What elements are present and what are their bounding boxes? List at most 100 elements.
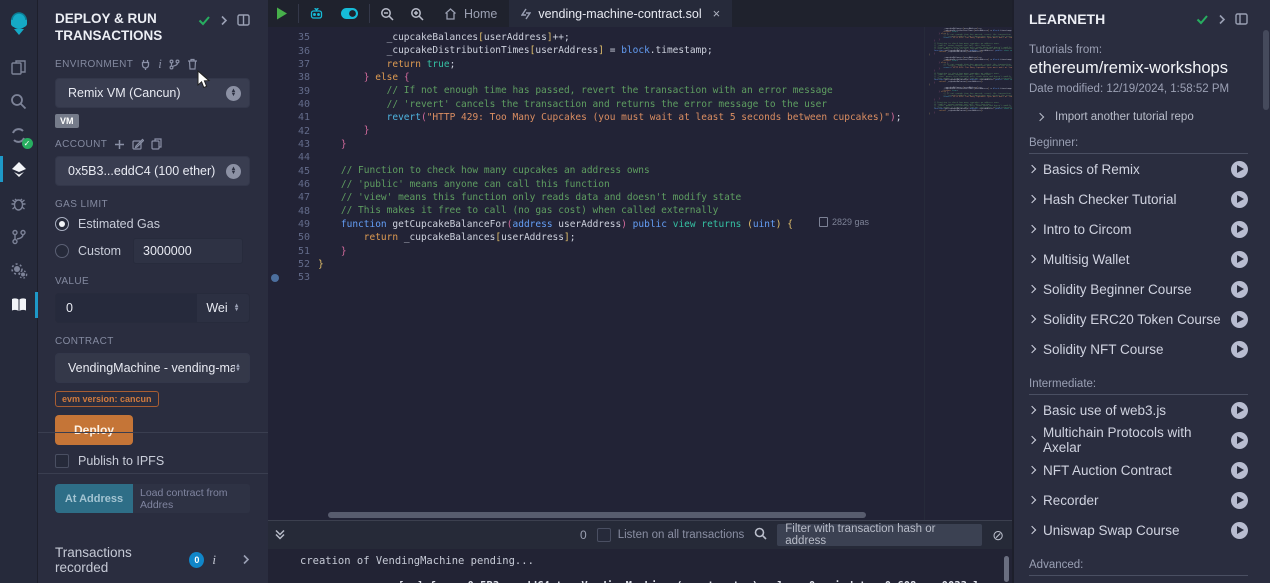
- learneth-scrollbar[interactable]: [1262, 0, 1270, 583]
- line-number: 50: [282, 232, 310, 243]
- tutorial-item[interactable]: Multisig Wallet: [1029, 244, 1248, 274]
- tutorial-item[interactable]: Basics of Remix: [1029, 154, 1248, 184]
- ai-assistant-icon[interactable]: [301, 0, 332, 27]
- plugin-manager-icon[interactable]: [0, 254, 38, 288]
- play-tutorial-button[interactable]: [1231, 311, 1248, 328]
- account-select[interactable]: 0x5B3...eddC4 (100 ether) ▲▼: [55, 156, 250, 186]
- terminal-scrollbar[interactable]: [1004, 556, 1009, 582]
- line-number: 48: [282, 206, 310, 217]
- play-tutorial-button[interactable]: [1231, 221, 1248, 238]
- tutorial-item[interactable]: Basic use of web3.js: [1029, 395, 1248, 425]
- editor-minimap[interactable]: _cupcakeBalances[userAddress]++; _cupcak…: [924, 27, 1012, 520]
- play-tutorial-button[interactable]: [1231, 191, 1248, 208]
- publish-ipfs-checkbox[interactable]: [55, 454, 69, 468]
- transactions-info-icon[interactable]: i: [212, 552, 216, 568]
- trash-icon[interactable]: [187, 58, 198, 70]
- terminal-filter-input[interactable]: Filter with transaction hash or address: [777, 524, 982, 546]
- remix-logo[interactable]: [0, 6, 38, 42]
- tutorial-item-label: Recorder: [1043, 493, 1223, 508]
- transactions-recorded-label: Transactions recorded: [55, 545, 181, 575]
- tutorial-item[interactable]: All about Proxy Contracts: [1029, 576, 1248, 583]
- tutorial-item-label: Multichain Protocols with Axelar: [1043, 425, 1223, 455]
- tutorial-section-label: Advanced:: [1029, 559, 1248, 576]
- tutorial-item[interactable]: Solidity Beginner Course: [1029, 274, 1248, 304]
- play-tutorial-button[interactable]: [1231, 432, 1248, 449]
- select-stepper-icon: ▲▼: [226, 164, 241, 179]
- value-input[interactable]: 0: [56, 294, 197, 322]
- environment-select[interactable]: Remix VM (Cancun) ▲▼: [55, 78, 250, 108]
- deploy-button[interactable]: Deploy: [55, 415, 133, 445]
- zoom-out-icon[interactable]: [372, 0, 402, 27]
- sign-message-icon[interactable]: [132, 138, 144, 150]
- tab-home[interactable]: Home: [432, 0, 509, 27]
- run-script-icon[interactable]: [268, 0, 296, 27]
- play-tutorial-button[interactable]: [1231, 402, 1248, 419]
- tutorial-item[interactable]: Recorder: [1029, 485, 1248, 515]
- git-icon[interactable]: [0, 220, 38, 254]
- collapse-terminal-icon[interactable]: [274, 528, 286, 543]
- tutorial-item[interactable]: Hash Checker Tutorial: [1029, 184, 1248, 214]
- tutorial-item[interactable]: Solidity ERC20 Token Course: [1029, 304, 1248, 334]
- copy-account-icon[interactable]: [151, 138, 162, 150]
- deploy-run-icon[interactable]: [0, 152, 38, 186]
- code-line: 51 }: [268, 245, 924, 258]
- line-number: 44: [282, 152, 310, 163]
- chevron-right-icon: [1028, 466, 1036, 474]
- ai-toggle-icon[interactable]: [332, 0, 367, 27]
- fork-state-icon[interactable]: [169, 59, 180, 70]
- clear-console-icon[interactable]: ⊘: [992, 527, 1004, 544]
- scrollbar-thumb[interactable]: [1263, 30, 1269, 110]
- horizontal-scrollbar[interactable]: [328, 512, 866, 518]
- breakpoint-dot[interactable]: [268, 274, 282, 282]
- tutorial-item[interactable]: NFT Auction Contract: [1029, 455, 1248, 485]
- at-address-button[interactable]: At Address: [55, 484, 133, 513]
- terminal-search-icon[interactable]: [754, 527, 767, 543]
- line-number: 45: [282, 166, 310, 177]
- tab-close-icon[interactable]: ×: [713, 6, 721, 21]
- file-explorer-icon[interactable]: [0, 50, 38, 84]
- contract-select[interactable]: VendingMachine - vending-machin ▲▼: [55, 353, 250, 383]
- play-tutorial-button[interactable]: [1231, 462, 1248, 479]
- learneth-title: LEARNETH: [1029, 11, 1105, 27]
- panel-pin-icon[interactable]: [237, 14, 250, 29]
- line-number: 35: [282, 32, 310, 43]
- search-icon[interactable]: [0, 84, 38, 118]
- tutorial-item[interactable]: Solidity NFT Course: [1029, 334, 1248, 364]
- play-tutorial-button[interactable]: [1231, 251, 1248, 268]
- code-line: 52}: [268, 258, 924, 271]
- estimated-gas-radio[interactable]: [55, 217, 69, 231]
- learneth-pin-icon[interactable]: [1235, 13, 1248, 28]
- transactions-expand-icon[interactable]: [242, 553, 250, 568]
- code-line: 53: [268, 271, 924, 284]
- code-line: 50 return _cupcakeBalances[userAddress];: [268, 231, 924, 244]
- play-tutorial-button[interactable]: [1231, 281, 1248, 298]
- code-editor[interactable]: 35 _cupcakeBalances[userAddress]++;36 _c…: [268, 27, 1012, 520]
- environment-info-icon[interactable]: i: [158, 56, 162, 72]
- tutorial-item-label: Hash Checker Tutorial: [1043, 192, 1223, 207]
- debugger-icon[interactable]: [0, 186, 38, 220]
- chevron-right-icon: [1028, 165, 1036, 173]
- tab-file[interactable]: vending-machine-contract.sol ×: [509, 0, 732, 27]
- plug-icon[interactable]: [140, 59, 151, 70]
- import-repo-row[interactable]: Import another tutorial repo: [1037, 111, 1248, 123]
- play-tutorial-button[interactable]: [1231, 341, 1248, 358]
- panel-expand-icon[interactable]: [220, 14, 228, 29]
- tab-bar: Home vending-machine-contract.sol ×: [268, 0, 1012, 27]
- add-account-icon[interactable]: [114, 139, 125, 150]
- solidity-compiler-icon[interactable]: ✓: [0, 118, 38, 152]
- play-tutorial-button[interactable]: [1231, 492, 1248, 509]
- tutorial-item[interactable]: Uniswap Swap Course: [1029, 515, 1248, 545]
- custom-gas-input[interactable]: 3000000: [133, 238, 243, 264]
- tutorial-item[interactable]: Multichain Protocols with Axelar: [1029, 425, 1248, 455]
- play-tutorial-button[interactable]: [1231, 522, 1248, 539]
- tutorial-item[interactable]: Intro to Circom: [1029, 214, 1248, 244]
- at-address-input[interactable]: Load contract from Addres: [133, 484, 250, 513]
- custom-gas-radio[interactable]: [55, 244, 69, 258]
- play-tutorial-button[interactable]: [1231, 161, 1248, 178]
- listen-all-label: Listen on all transactions: [618, 529, 745, 541]
- learneth-book-icon[interactable]: [0, 288, 38, 322]
- listen-all-checkbox[interactable]: [597, 528, 611, 542]
- learneth-expand-icon[interactable]: [1218, 13, 1226, 28]
- zoom-in-icon[interactable]: [402, 0, 432, 27]
- value-unit-select[interactable]: Wei ▲▼: [197, 294, 249, 322]
